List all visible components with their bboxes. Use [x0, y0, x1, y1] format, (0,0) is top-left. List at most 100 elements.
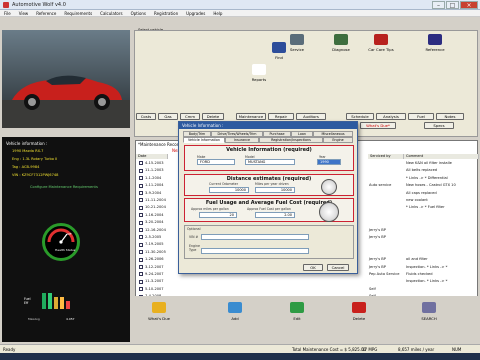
tab-registration-inspections[interactable]: Registration/Inspections — [259, 137, 323, 143]
fuel-cost-label: Approx Fuel Cost per gallon — [247, 207, 291, 211]
menu-view[interactable]: View — [15, 10, 33, 17]
delete-record-button[interactable]: Delete — [202, 113, 224, 120]
header-serviced-by[interactable]: Serviced by — [368, 154, 404, 159]
mpg-field[interactable]: 20 — [199, 212, 237, 218]
header-comment[interactable]: Comment — [404, 154, 479, 159]
tab-auditors[interactable]: Auditors — [296, 113, 326, 120]
record-date[interactable]: 11-1-2003 — [145, 168, 164, 172]
make-field[interactable]: FORD — [197, 159, 235, 165]
service-icon[interactable] — [290, 34, 304, 45]
record-checkbox[interactable] — [139, 250, 143, 255]
header-date[interactable]: Date — [136, 154, 168, 159]
record-checkbox[interactable] — [139, 228, 143, 232]
menu-reference[interactable]: Reference — [32, 10, 60, 17]
maximize-button[interactable]: □ — [446, 1, 459, 9]
whats-due-tool-icon[interactable] — [152, 302, 166, 313]
cmm-button[interactable]: Cmm — [180, 113, 200, 120]
record-date[interactable]: 10-21-2004 — [145, 205, 166, 209]
record-checkbox[interactable] — [139, 272, 143, 277]
tab-analysis[interactable]: Analysis — [376, 113, 406, 120]
model-field[interactable]: MUSTANG — [245, 159, 295, 165]
close-button[interactable]: × — [460, 1, 478, 9]
menu-upgrades[interactable]: Upgrades — [182, 10, 209, 17]
record-date[interactable]: 11-30-2005 — [145, 250, 166, 254]
record-checkbox[interactable] — [139, 220, 143, 225]
whats-due-button[interactable]: What's Due* — [360, 122, 396, 129]
tab-maintenance[interactable]: Maintenance — [236, 113, 266, 120]
record-date[interactable]: 11-3-2007 — [145, 279, 164, 283]
tab-repair[interactable]: Repair — [268, 113, 294, 120]
record-checkbox[interactable] — [139, 161, 143, 166]
tab-notes[interactable]: Notes — [436, 113, 464, 120]
record-date[interactable]: 1-16-2004 — [145, 213, 164, 217]
costs-button[interactable]: Costs — [136, 113, 156, 120]
tab-vehicle-information[interactable]: Vehicle Information — [183, 137, 225, 143]
record-checkbox[interactable] — [139, 257, 143, 262]
record-date[interactable]: 1-11-2004 — [145, 183, 164, 187]
record-serviced-by: Jerry's BP — [369, 257, 386, 262]
edit-tool-icon[interactable] — [290, 302, 304, 313]
fuel-usage-section: Fuel Usage and Average Fuel Cost (requir… — [184, 198, 354, 222]
record-date[interactable]: 4-15-2003 — [145, 161, 164, 165]
record-checkbox[interactable] — [139, 235, 143, 240]
add-tool-icon[interactable] — [228, 302, 242, 313]
record-date[interactable]: 3-20-2004 — [145, 220, 164, 224]
record-date[interactable]: 12-16-2004 — [145, 228, 166, 232]
record-date[interactable]: 1-26-2006 — [145, 257, 164, 261]
menu-file[interactable]: File — [0, 10, 15, 17]
car-tips-icon[interactable] — [374, 34, 388, 45]
delete-tool-icon[interactable] — [352, 302, 366, 313]
configure-maintenance-link[interactable]: Configure Maintenance Requirements — [30, 185, 98, 189]
engine-type-field[interactable] — [201, 248, 309, 254]
record-date[interactable]: 3-9-2004 — [145, 191, 161, 195]
cancel-button[interactable]: Cancel — [327, 264, 349, 271]
record-date[interactable]: 1-1-2004 — [145, 176, 161, 180]
odometer-field[interactable]: 10000 — [209, 187, 249, 193]
record-checkbox[interactable] — [139, 205, 143, 210]
miles-per-year-field[interactable]: 10000 — [255, 187, 295, 193]
menu-options[interactable]: Options — [127, 10, 150, 17]
ok-button[interactable]: OK — [303, 264, 323, 271]
add-tool-label[interactable]: Add — [215, 316, 255, 321]
record-checkbox[interactable] — [139, 265, 143, 269]
record-checkbox[interactable] — [139, 242, 143, 247]
menu-calculators[interactable]: Calculators — [96, 10, 126, 17]
record-checkbox[interactable] — [139, 287, 143, 292]
record-checkbox[interactable] — [139, 279, 143, 284]
diagnose-icon[interactable] — [334, 34, 348, 45]
edit-tool-label[interactable]: Edit — [277, 316, 317, 321]
tab-fuel[interactable]: Fuel — [408, 113, 434, 120]
menu-requirements[interactable]: Requirements — [60, 10, 96, 17]
search-tool-label[interactable]: SEARCH — [409, 316, 449, 321]
tab-schedule[interactable]: Schedule — [346, 113, 374, 120]
record-date[interactable]: 9-24-2007 — [145, 272, 164, 276]
menu-help[interactable]: Help — [209, 10, 226, 17]
year-field[interactable]: 1990 — [317, 159, 341, 165]
whats-due-tool-label[interactable]: What's Due — [139, 316, 179, 321]
record-checkbox[interactable] — [139, 183, 143, 188]
record-serviced-by: Jerry's BP — [369, 235, 386, 239]
record-date[interactable]: 3-12-2007 — [145, 265, 164, 269]
record-checkbox[interactable] — [139, 213, 143, 218]
tab-engine[interactable]: Engine — [323, 137, 353, 143]
record-date[interactable]: 11-11-2004 — [145, 198, 166, 202]
record-checkbox[interactable] — [139, 191, 143, 195]
specs-button[interactable]: Specs — [424, 122, 454, 129]
record-date[interactable]: 2-5-2005 — [145, 235, 161, 239]
record-checkbox[interactable] — [139, 168, 143, 173]
delete-tool-label[interactable]: Delete — [339, 316, 379, 321]
record-date[interactable]: 5-10-2007 — [145, 287, 164, 291]
minimize-button[interactable]: – — [432, 1, 445, 9]
vehicle-tag: Tag : ACB-9984 — [12, 165, 40, 169]
menu-registration[interactable]: Registration — [150, 10, 182, 17]
fuel-cost-field[interactable]: 2.00 — [255, 212, 295, 218]
record-date[interactable]: 7-19-2005 — [145, 242, 164, 246]
record-checkbox[interactable] — [139, 198, 143, 203]
record-checkbox[interactable] — [139, 176, 143, 181]
reports-icon[interactable] — [252, 64, 266, 75]
vin-field[interactable] — [201, 234, 309, 240]
search-tool-icon[interactable] — [422, 302, 436, 313]
reference-icon[interactable] — [428, 34, 442, 45]
gas-button[interactable]: Gas — [158, 113, 178, 120]
tab-insurance[interactable]: Insurance — [225, 137, 259, 143]
